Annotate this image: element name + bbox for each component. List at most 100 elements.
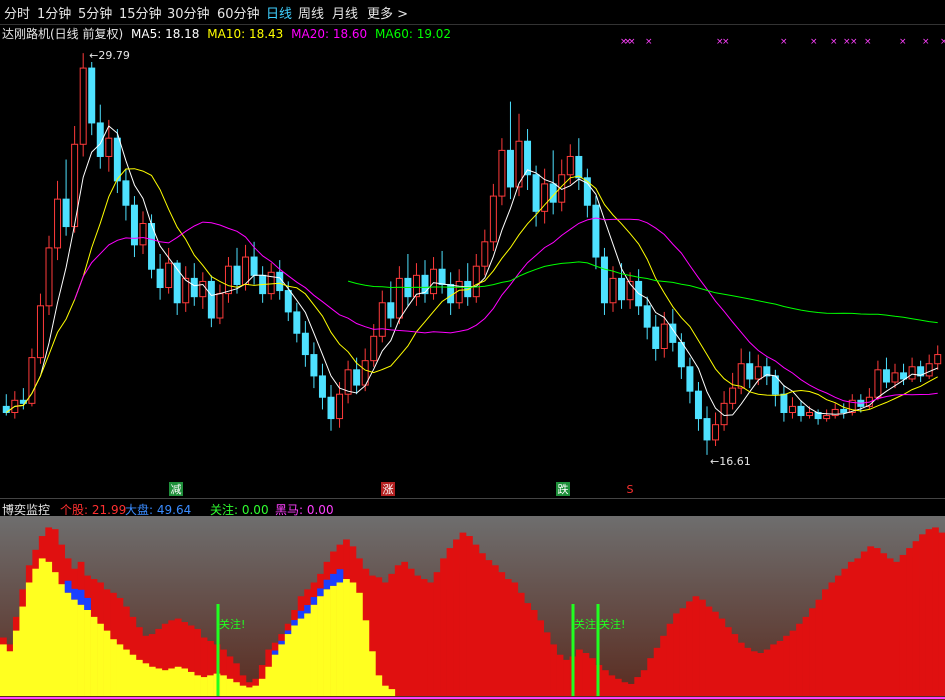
candle <box>703 418 711 441</box>
market-bar <box>278 640 286 645</box>
candle <box>301 332 309 356</box>
candle <box>395 277 403 319</box>
osc-bar <box>938 532 945 696</box>
osc-bar <box>906 548 913 696</box>
tab-9[interactable]: 更多 > <box>367 3 408 22</box>
tab-8[interactable]: 月线 <box>332 3 358 22</box>
indicator-chart[interactable]: 关注! 关注!关注! <box>0 516 945 700</box>
osc-bar <box>731 634 739 696</box>
osc-bar <box>802 616 810 696</box>
candle <box>592 204 600 258</box>
stock-bar <box>58 584 66 696</box>
candle <box>293 311 301 334</box>
stock-bar <box>142 663 150 696</box>
osc-bar <box>783 635 790 696</box>
candle <box>54 198 62 249</box>
osc-bar <box>679 608 687 696</box>
tab-1[interactable]: 1分钟 <box>37 3 71 22</box>
stock-bar <box>284 634 292 696</box>
osc-bar <box>485 560 493 696</box>
candle <box>130 204 138 246</box>
marker: × <box>850 37 858 47</box>
candle <box>788 405 796 413</box>
market-bar <box>310 597 318 605</box>
ma5-line <box>6 125 938 417</box>
candle <box>242 256 250 285</box>
stock-bar <box>252 685 260 696</box>
tab-3[interactable]: 15分钟 <box>119 3 162 22</box>
osc-bar <box>899 554 907 696</box>
ma20-line <box>74 217 938 404</box>
focus-label: 关注! <box>599 617 625 631</box>
stock-bar <box>122 649 130 696</box>
stock-bar <box>51 572 59 696</box>
stock-bar <box>116 644 124 696</box>
stock-bar <box>155 668 163 696</box>
stock-bar <box>271 654 279 696</box>
osc-bar <box>737 642 745 696</box>
market-bar <box>336 569 344 583</box>
candle <box>207 280 215 319</box>
candle <box>224 265 232 295</box>
tab-5[interactable]: 60分钟 <box>217 3 260 22</box>
tab-0[interactable]: 分时 <box>4 3 30 22</box>
candle <box>336 393 344 420</box>
osc-bar <box>563 659 570 696</box>
osc-bar <box>621 682 629 696</box>
candle <box>216 293 224 319</box>
stock-bar <box>187 671 195 696</box>
focus-label: 关注! <box>574 617 600 631</box>
signal-label: 涨 <box>383 483 394 496</box>
osc-bar <box>530 610 538 696</box>
osc-bar <box>932 527 939 696</box>
tab-7[interactable]: 周线 <box>298 3 324 22</box>
candle <box>327 396 335 420</box>
osc-bar <box>401 561 409 696</box>
osc-bar <box>860 551 868 696</box>
candle <box>489 195 497 243</box>
candle <box>481 241 489 267</box>
osc-bar <box>854 558 862 696</box>
osc-bar <box>828 582 836 696</box>
stock-bar <box>181 668 189 696</box>
osc-bar <box>543 632 551 696</box>
osc-bar <box>705 606 713 696</box>
tab-4[interactable]: 30分钟 <box>167 3 210 22</box>
osc-bar <box>414 575 422 696</box>
stock-bar <box>135 659 143 696</box>
osc-bar <box>550 644 557 696</box>
candle <box>156 268 164 289</box>
candle <box>233 265 241 285</box>
candle <box>618 277 626 301</box>
stock-bar <box>110 639 117 696</box>
stock-bar <box>323 589 331 696</box>
kline-chart[interactable]: ←29.79←16.61××× × ×× × × × × × × × × ×减涨跌 S <box>0 24 945 500</box>
focus-label: 关注! <box>219 617 245 631</box>
stock-bar <box>317 596 324 696</box>
stock-bar <box>77 604 85 696</box>
marker: × <box>645 37 653 47</box>
candle <box>45 247 53 307</box>
candle <box>438 268 446 285</box>
tab-6[interactable]: 日线 <box>266 3 292 22</box>
osc-bar <box>511 582 519 696</box>
candle <box>600 256 608 304</box>
stock-bar <box>278 644 286 696</box>
tab-2[interactable]: 5分钟 <box>78 3 112 22</box>
candle <box>754 366 762 380</box>
marker: × <box>722 37 730 47</box>
candle <box>891 372 899 383</box>
candle <box>823 415 831 420</box>
candle <box>532 174 540 212</box>
stock-bar <box>375 675 383 696</box>
stock-bar <box>297 618 305 696</box>
osc-bar <box>640 670 648 696</box>
osc-bar <box>796 623 803 696</box>
signal-label: S <box>627 483 634 496</box>
stock-bar <box>233 682 240 696</box>
stock-bar <box>265 666 273 696</box>
ma-legend: 达刚路机(日线 前复权) MA5: 18.18 MA10: 18.43 MA20… <box>2 25 455 41</box>
candle <box>643 305 651 328</box>
stock-bar <box>226 678 234 696</box>
candle <box>900 372 908 380</box>
